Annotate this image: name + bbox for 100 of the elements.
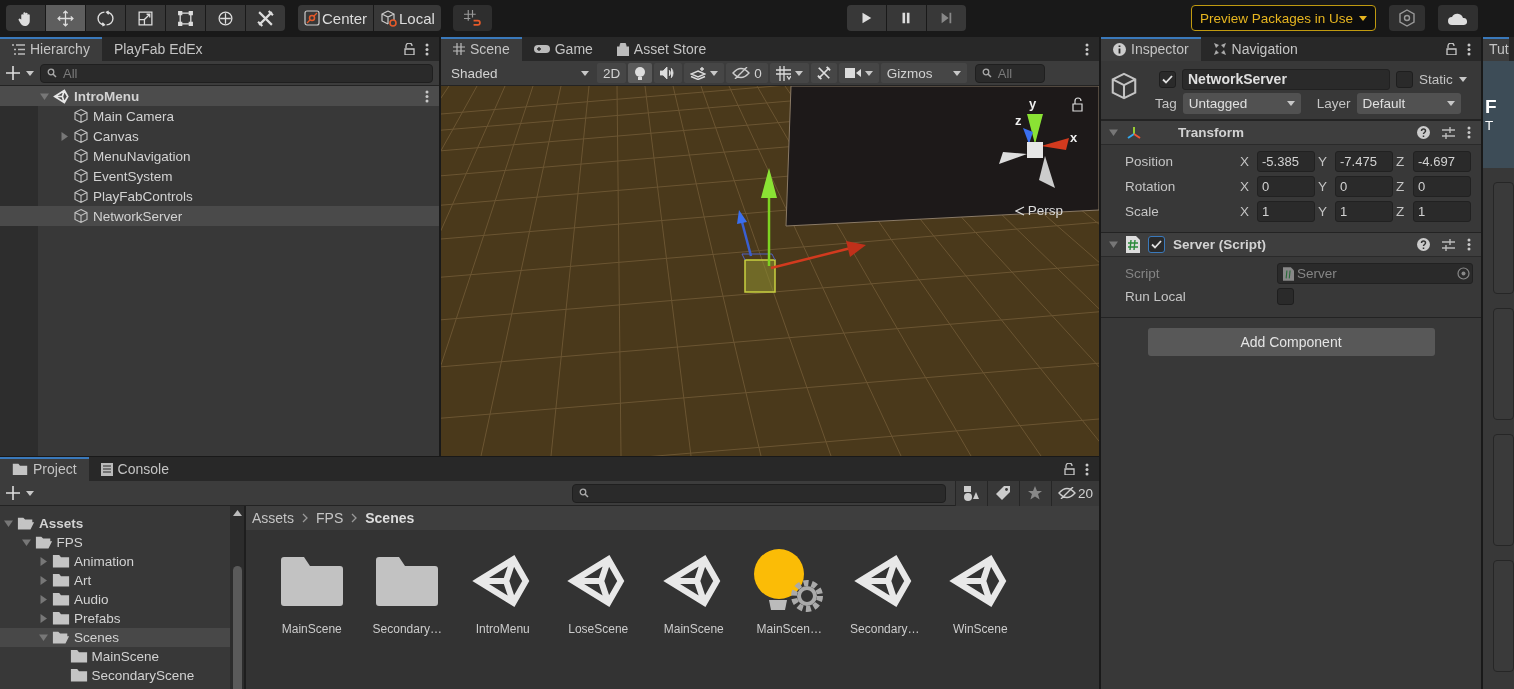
grid-snap-dropdown[interactable]: [769, 63, 809, 83]
number-field[interactable]: 1: [1257, 201, 1315, 222]
collab-button[interactable]: [1388, 5, 1425, 31]
folder-row[interactable]: FPS: [0, 533, 230, 552]
folder-row[interactable]: SecondaryScene: [0, 666, 230, 685]
folder-row[interactable]: Assets: [0, 514, 230, 533]
panel-tab[interactable]: Navigation: [1200, 37, 1310, 61]
hierarchy-row[interactable]: NetworkServer: [0, 206, 439, 226]
move-tool-button[interactable]: [46, 5, 85, 31]
hand-tool-button[interactable]: [6, 5, 45, 31]
asset-label[interactable]: IntroMenu: [475, 622, 530, 636]
hierarchy-row[interactable]: Canvas: [0, 126, 439, 146]
collapsed-arrow-icon[interactable]: [39, 614, 48, 623]
play-button[interactable]: [846, 5, 886, 31]
add-component-button[interactable]: Add Component: [1147, 328, 1435, 356]
rect-tool-button[interactable]: [166, 5, 205, 31]
breadcrumb-link[interactable]: Assets: [252, 510, 294, 526]
asset-label[interactable]: MainScene: [281, 622, 342, 636]
asset-label[interactable]: Secondary…: [372, 622, 442, 636]
hierarchy-row[interactable]: PlayFabControls: [0, 186, 439, 206]
pause-button[interactable]: [886, 5, 926, 31]
shading-dropdown[interactable]: Shaded: [445, 63, 595, 83]
component-title[interactable]: Server (Script): [1173, 237, 1267, 252]
number-field[interactable]: -4.697: [1413, 151, 1471, 172]
asset-label[interactable]: LoseScene: [568, 622, 629, 636]
gizmos-dropdown[interactable]: Gizmos: [880, 63, 967, 83]
pivot-button[interactable]: Center: [298, 5, 374, 31]
breadcrumb-link[interactable]: Scenes: [365, 510, 415, 526]
scrollbar-thumb[interactable]: [232, 566, 242, 689]
static-checkbox[interactable]: [1396, 70, 1413, 88]
expanded-arrow-icon[interactable]: [1109, 240, 1118, 249]
transform-tool-button[interactable]: [206, 5, 245, 31]
asset-label[interactable]: Secondary…: [850, 622, 920, 636]
object-name-field[interactable]: NetworkServer: [1182, 68, 1390, 90]
tools-button[interactable]: [810, 63, 837, 83]
number-field[interactable]: 0: [1335, 176, 1393, 197]
number-field[interactable]: 0: [1413, 176, 1471, 197]
hierarchy-row[interactable]: EventSystem: [0, 166, 439, 186]
scale-tool-button[interactable]: [126, 5, 165, 31]
camera-dropdown[interactable]: [838, 63, 879, 83]
audio-button[interactable]: [654, 63, 683, 83]
panel-tab[interactable]: Console: [88, 457, 181, 481]
local-cube-icon: [380, 9, 398, 27]
folder-row[interactable]: Audio: [0, 590, 230, 609]
space-button[interactable]: Local: [374, 5, 441, 31]
folder-row[interactable]: MainScene: [0, 647, 230, 666]
folder-row[interactable]: Scenes: [0, 628, 230, 647]
panel-tab[interactable]: Hierarchy: [0, 37, 102, 61]
panel-tab[interactable]: Project: [0, 457, 89, 481]
active-checkbox[interactable]: [1159, 70, 1176, 88]
effects-dropdown[interactable]: [684, 63, 725, 83]
folder-row[interactable]: Art: [0, 571, 230, 590]
number-field[interactable]: -7.475: [1335, 151, 1393, 172]
collapsed-arrow-icon[interactable]: [60, 131, 69, 141]
panel-tab[interactable]: Asset Store: [604, 37, 719, 61]
panel-tab[interactable]: Scene: [441, 37, 522, 61]
enabled-checkbox[interactable]: [1148, 236, 1165, 253]
step-button[interactable]: [926, 5, 966, 31]
custom-tool-button[interactable]: [246, 5, 285, 31]
collapsed-arrow-icon[interactable]: [39, 595, 48, 604]
scene-name[interactable]: IntroMenu: [74, 88, 140, 104]
orientation-gizmo[interactable]: y z x: [999, 96, 1078, 188]
asset-label[interactable]: WinScene: [952, 622, 1008, 636]
panel-tab[interactable]: Tut: [1483, 37, 1509, 61]
number-field[interactable]: 1: [1335, 201, 1393, 222]
component-title[interactable]: Transform: [1178, 125, 1245, 140]
panel-tab[interactable]: PlayFab EdEx: [101, 37, 215, 61]
perspective-label[interactable]: Persp: [1027, 203, 1063, 218]
layer-dropdown[interactable]: Default: [1356, 92, 1461, 114]
number-field[interactable]: 1: [1413, 201, 1471, 222]
rotate-tool-button[interactable]: [86, 5, 125, 31]
hierarchy-row[interactable]: MenuNavigation: [0, 146, 439, 166]
lighting-button[interactable]: [628, 63, 653, 83]
asset-label[interactable]: MainScene: [663, 622, 724, 636]
hidden-objects-toggle[interactable]: 0: [726, 63, 768, 83]
number-field[interactable]: -5.385: [1257, 151, 1315, 172]
asset-label[interactable]: MainScen…: [756, 622, 822, 636]
search-field[interactable]: [572, 483, 946, 503]
filter-by-type-button[interactable]: [954, 480, 987, 506]
tag-dropdown[interactable]: Untagged: [1182, 92, 1301, 114]
expanded-arrow-icon[interactable]: [21, 538, 31, 547]
folder-row[interactable]: Prefabs: [0, 609, 230, 628]
tutorial-banner[interactable]: F T: [1483, 61, 1514, 168]
run-local-checkbox[interactable]: [1277, 288, 1294, 305]
hierarchy-row[interactable]: Main Camera: [0, 106, 439, 126]
preview-packages-button[interactable]: Preview Packages in Use: [1190, 5, 1376, 31]
cloud-button[interactable]: [1437, 5, 1478, 31]
breadcrumb-link[interactable]: FPS: [316, 510, 344, 526]
number-field[interactable]: 0: [1257, 176, 1315, 197]
snap-button[interactable]: [452, 5, 492, 31]
collapsed-arrow-icon[interactable]: [39, 576, 48, 585]
folder-icon: [280, 556, 343, 606]
lock-icon[interactable]: [1072, 97, 1083, 112]
panel-tab[interactable]: Inspector: [1101, 37, 1201, 61]
folder-row[interactable]: Animation: [0, 552, 230, 571]
expanded-arrow-icon[interactable]: [1109, 128, 1118, 137]
2d-toggle[interactable]: 2D: [597, 63, 627, 83]
collapsed-arrow-icon[interactable]: [39, 557, 48, 566]
expanded-arrow-icon[interactable]: [4, 519, 13, 528]
panel-tab[interactable]: Game: [521, 37, 605, 61]
